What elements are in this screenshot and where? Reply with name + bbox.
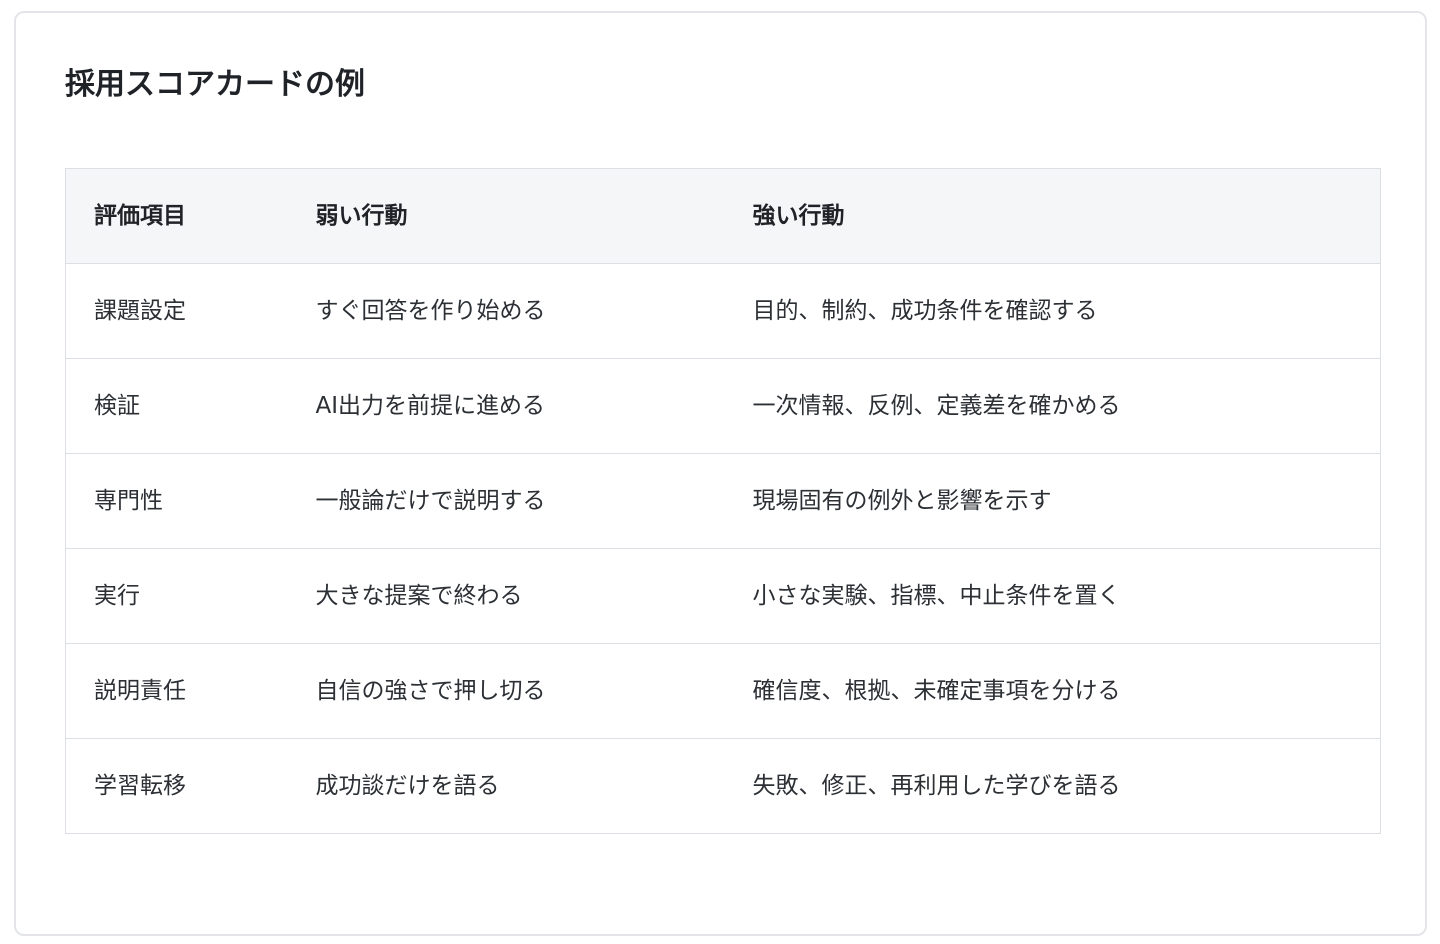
page-title: 採用スコアカードの例 (65, 67, 365, 102)
table-row: 実行 大きな提案で終わる 小さな実験、指標、中止条件を置く (65, 548, 1381, 644)
table-row: 説明責任 自信の強さで押し切る 確信度、根拠、未確定事項を分ける (65, 643, 1381, 739)
scorecard-card: 採用スコアカードの例 評価項目 弱い行動 強い行動 課題設定 すぐ回答を作り始め… (14, 11, 1427, 936)
strong-behavior-cell: 現場固有の例外と影響を示す (724, 453, 1381, 549)
weak-behavior-cell: AI出力を前提に進める (287, 358, 725, 454)
criterion-cell: 検証 (65, 358, 288, 454)
scorecard-table: 評価項目 弱い行動 強い行動 課題設定 すぐ回答を作り始める 目的、制約、成功条… (65, 168, 1381, 834)
weak-behavior-cell: 大きな提案で終わる (287, 548, 725, 644)
strong-behavior-cell: 確信度、根拠、未確定事項を分ける (724, 643, 1381, 739)
strong-behavior-cell: 目的、制約、成功条件を確認する (724, 263, 1381, 359)
weak-behavior-cell: 成功談だけを語る (287, 738, 725, 834)
criterion-cell: 学習転移 (65, 738, 288, 834)
strong-behavior-cell: 失敗、修正、再利用した学びを語る (724, 738, 1381, 834)
strong-behavior-cell: 小さな実験、指標、中止条件を置く (724, 548, 1381, 644)
strong-behavior-cell: 一次情報、反例、定義差を確かめる (724, 358, 1381, 454)
criterion-cell: 説明責任 (65, 643, 288, 739)
criterion-cell: 実行 (65, 548, 288, 644)
table-row: 学習転移 成功談だけを語る 失敗、修正、再利用した学びを語る (65, 738, 1381, 834)
table-header-row: 評価項目 弱い行動 強い行動 (65, 168, 1381, 264)
weak-behavior-cell: すぐ回答を作り始める (287, 263, 725, 359)
column-header-criterion: 評価項目 (65, 168, 288, 264)
table-row: 検証 AI出力を前提に進める 一次情報、反例、定義差を確かめる (65, 358, 1381, 454)
column-header-strong-behavior: 強い行動 (724, 168, 1381, 264)
weak-behavior-cell: 一般論だけで説明する (287, 453, 725, 549)
column-header-weak-behavior: 弱い行動 (287, 168, 725, 264)
criterion-cell: 専門性 (65, 453, 288, 549)
criterion-cell: 課題設定 (65, 263, 288, 359)
table-row: 課題設定 すぐ回答を作り始める 目的、制約、成功条件を確認する (65, 263, 1381, 359)
weak-behavior-cell: 自信の強さで押し切る (287, 643, 725, 739)
table-row: 専門性 一般論だけで説明する 現場固有の例外と影響を示す (65, 453, 1381, 549)
